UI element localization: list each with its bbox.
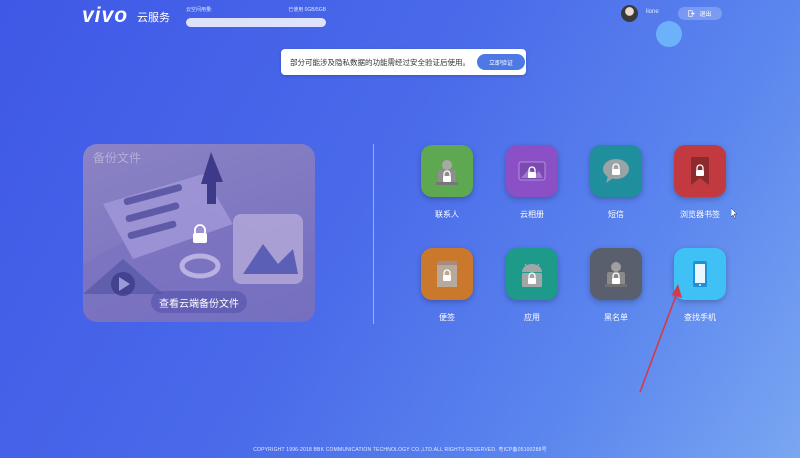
sms-icon [590, 145, 642, 197]
app-tile-album[interactable] [506, 145, 558, 197]
bookmark-icon [674, 145, 726, 197]
service-title: 云服务 [137, 12, 170, 24]
logout-label: 退出 [699, 12, 712, 18]
annotation-arrow [639, 284, 682, 393]
logout-icon [688, 10, 696, 17]
app-label-contacts[interactable]: 联系人 [402, 209, 492, 220]
storage-label: 云空间用量: [186, 7, 213, 13]
verification-notice: 部分可能涉及隐私数据的功能需经过安全验证后使用。 立即验证 [281, 49, 526, 75]
app-label-sms[interactable]: 短信 [571, 209, 661, 220]
watermark-logo [656, 20, 766, 48]
username[interactable]: lione [646, 9, 659, 15]
verify-now-button[interactable]: 立即验证 [477, 54, 525, 70]
logout-button[interactable]: 退出 [678, 7, 722, 20]
notice-text: 部分可能涉及隐私数据的功能需经过安全验证后使用。 [290, 57, 470, 67]
app-label-apps[interactable]: 应用 [487, 312, 577, 323]
backup-card-title: 备份文件 [93, 151, 142, 165]
android-icon [506, 248, 558, 300]
mouse-cursor-icon [731, 208, 738, 219]
app-tile-apps[interactable] [506, 248, 558, 300]
app-label-notes[interactable]: 便签 [402, 312, 492, 323]
app-tile-notes[interactable] [421, 248, 473, 300]
avatar[interactable] [621, 5, 638, 22]
storage-bar [186, 18, 326, 27]
storage-usage: 已使用 0GB/5GB [288, 7, 326, 13]
app-tile-sms[interactable] [590, 145, 642, 197]
app-tile-bookmarks[interactable] [674, 145, 726, 197]
vivo-logo[interactable]: vivo [82, 4, 128, 28]
lock-icon [193, 224, 207, 243]
view-cloud-backup-button[interactable]: 查看云端备份文件 [151, 291, 247, 313]
storage-meter: 云空间用量: 已使用 0GB/5GB [186, 6, 326, 27]
album-icon [506, 145, 558, 197]
contacts-icon [421, 145, 473, 197]
app-tile-contacts[interactable] [421, 145, 473, 197]
backup-files-card[interactable]: 备份文件 查看云端备份文件 [83, 144, 315, 322]
section-divider [373, 144, 374, 324]
notes-icon [421, 248, 473, 300]
footer-copyright: COPYRIGHT 1996-2018 BBK COMMUNICATION TE… [253, 447, 547, 453]
app-label-album[interactable]: 云相册 [487, 209, 577, 220]
